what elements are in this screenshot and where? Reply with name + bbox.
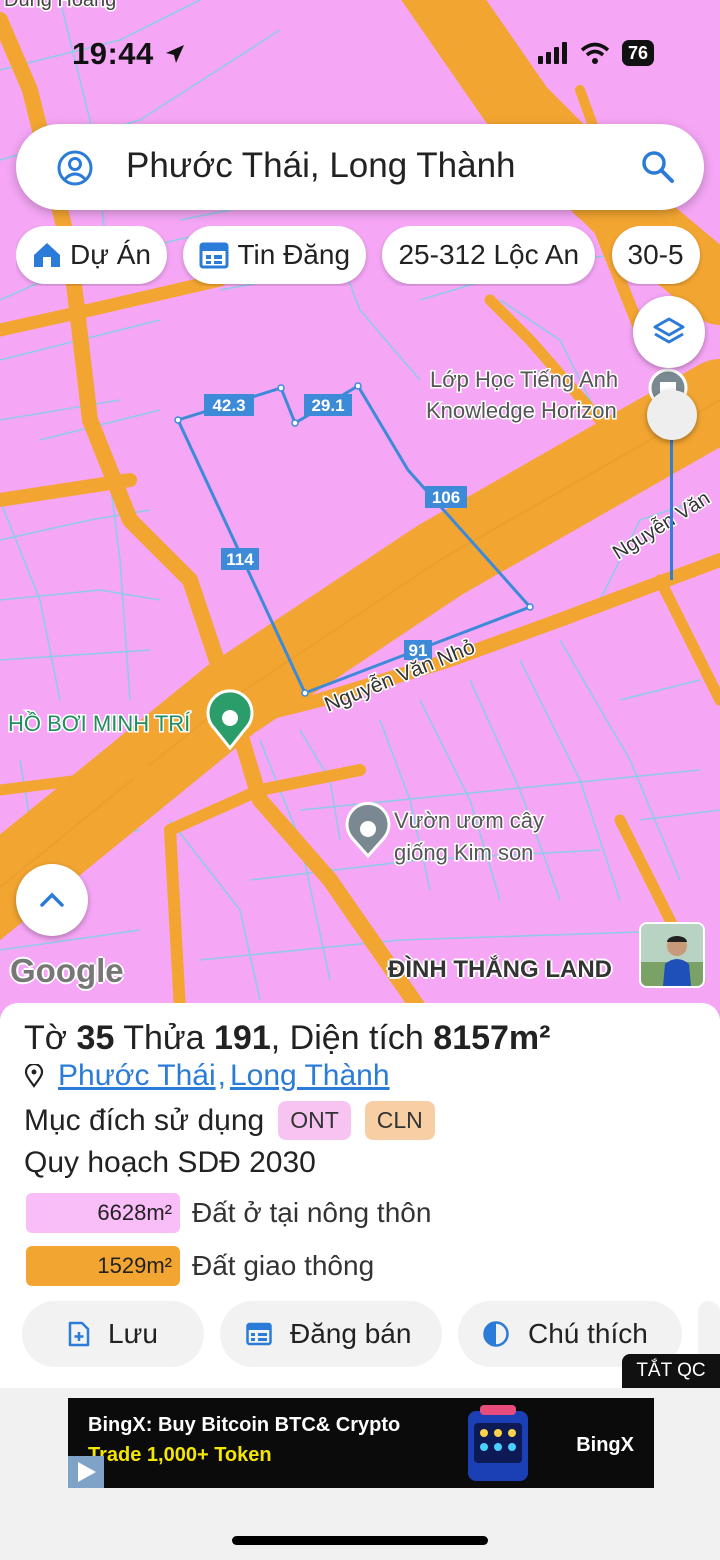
- chip-tin-dang[interactable]: Tin Đăng: [183, 226, 367, 284]
- ad-brand: BingX: [576, 1434, 634, 1456]
- map-view[interactable]: 42.3 29.1 106 114 91 Nguyễn Văn Nhỏ Nguy…: [0, 0, 720, 1010]
- home-icon: [34, 243, 60, 267]
- google-logo: Google: [10, 952, 124, 989]
- location-arrow-icon: [165, 45, 184, 63]
- ad-banner[interactable]: BingX: Buy Bitcoin BTC& Crypto Trade 1,0…: [68, 1398, 654, 1488]
- hide-ads-button[interactable]: TẮT QC: [622, 1354, 720, 1388]
- plot-number: 191: [214, 1019, 271, 1057]
- contrast-icon: [483, 1321, 509, 1347]
- save-button[interactable]: Lưu: [22, 1301, 204, 1367]
- account-icon[interactable]: [56, 149, 94, 187]
- calendar-icon: [199, 242, 229, 269]
- poi-school-line2[interactable]: Knowledge Horizon: [425, 397, 619, 425]
- location-pin-icon: [24, 1064, 44, 1088]
- expand-up-button[interactable]: [16, 864, 88, 936]
- chip-loc-an[interactable]: 25-312 Lộc An: [382, 226, 596, 284]
- chip-du-an[interactable]: Dự Án: [16, 226, 167, 284]
- action-buttons: Lưu Đăng bán Chú thích: [22, 1301, 720, 1367]
- watermark-text: ĐÌNH THẮNG LAND: [388, 956, 612, 983]
- parcel-area: 8157m²: [433, 1019, 551, 1057]
- land-use-purpose: Mục đích sử dụng ONT CLN: [24, 1101, 435, 1140]
- sheet-number: 35: [76, 1019, 115, 1057]
- parcel-location: Phước Thái, Long Thành: [24, 1059, 390, 1093]
- chevron-up-icon: [40, 892, 64, 907]
- agent-avatar[interactable]: [639, 922, 705, 988]
- ward-link[interactable]: Phước Thái: [58, 1059, 216, 1093]
- search-icon[interactable]: [640, 149, 676, 185]
- district-link[interactable]: Long Thành: [230, 1059, 390, 1093]
- poi-school-line1[interactable]: Lớp Học Tiếng Anh: [429, 366, 620, 394]
- person-photo-icon: [641, 924, 703, 986]
- calendar-icon: [246, 1322, 272, 1346]
- ad-choices-icon[interactable]: [68, 1456, 104, 1488]
- edge-label-right: 106: [432, 488, 460, 507]
- search-query-text[interactable]: Phước Thái, Long Thành: [126, 146, 516, 186]
- purpose-tag-ont[interactable]: ONT: [278, 1101, 351, 1140]
- purpose-tag-cln[interactable]: CLN: [364, 1101, 435, 1140]
- poi-nursery-line2[interactable]: giống Kim son: [393, 839, 535, 867]
- home-indicator: [232, 1536, 488, 1545]
- opacity-slider-thumb[interactable]: [647, 390, 697, 440]
- poi-nursery-line1[interactable]: Vườn ươm cây: [393, 807, 546, 835]
- edge-label-top2: 29.1: [311, 396, 344, 415]
- signal-icon: [537, 42, 567, 64]
- edge-label-left: 114: [226, 550, 254, 569]
- ad-area: BingX: Buy Bitcoin BTC& Crypto Trade 1,0…: [0, 1388, 720, 1560]
- post-sale-button[interactable]: Đăng bán: [220, 1301, 442, 1367]
- wifi-icon: [580, 42, 610, 64]
- battery-indicator: 76: [621, 40, 654, 66]
- plan-row-residential: 6628m² Đất ở tại nông thôn: [26, 1193, 431, 1233]
- status-time: 19:44: [72, 36, 187, 72]
- search-bar[interactable]: Phước Thái, Long Thành: [16, 124, 704, 210]
- parcel-title: Tờ 35 Thửa 191, Diện tích 8157m²: [24, 1019, 551, 1057]
- slot-machine-icon: [468, 1405, 528, 1481]
- chip-30-5[interactable]: 30-5: [611, 226, 700, 284]
- plan-area-transport: 1529m²: [26, 1246, 180, 1286]
- ad-subline: Trade 1,000+ Token: [88, 1444, 272, 1466]
- layers-button[interactable]: [633, 296, 705, 368]
- status-bar: 19:44 76: [0, 0, 720, 110]
- parcel-info-sheet: Tờ 35 Thửa 191, Diện tích 8157m² Phước T…: [0, 1003, 720, 1393]
- edge-label-top: 42.3: [212, 396, 245, 415]
- plan-area-residential: 6628m²: [26, 1193, 180, 1233]
- plan-heading: Quy hoạch SDĐ 2030: [24, 1146, 316, 1179]
- layers-icon: [653, 317, 685, 344]
- file-plus-icon: [68, 1321, 90, 1347]
- plan-row-transport: 1529m² Đất giao thông: [26, 1246, 374, 1286]
- ad-headline: BingX: Buy Bitcoin BTC& Crypto: [88, 1414, 401, 1436]
- filter-chips: Dự Án Tin Đăng 25-312 Lộc An 30-5: [16, 226, 720, 286]
- poi-pool-label[interactable]: HỒ BƠI MINH TRÍ: [7, 710, 193, 738]
